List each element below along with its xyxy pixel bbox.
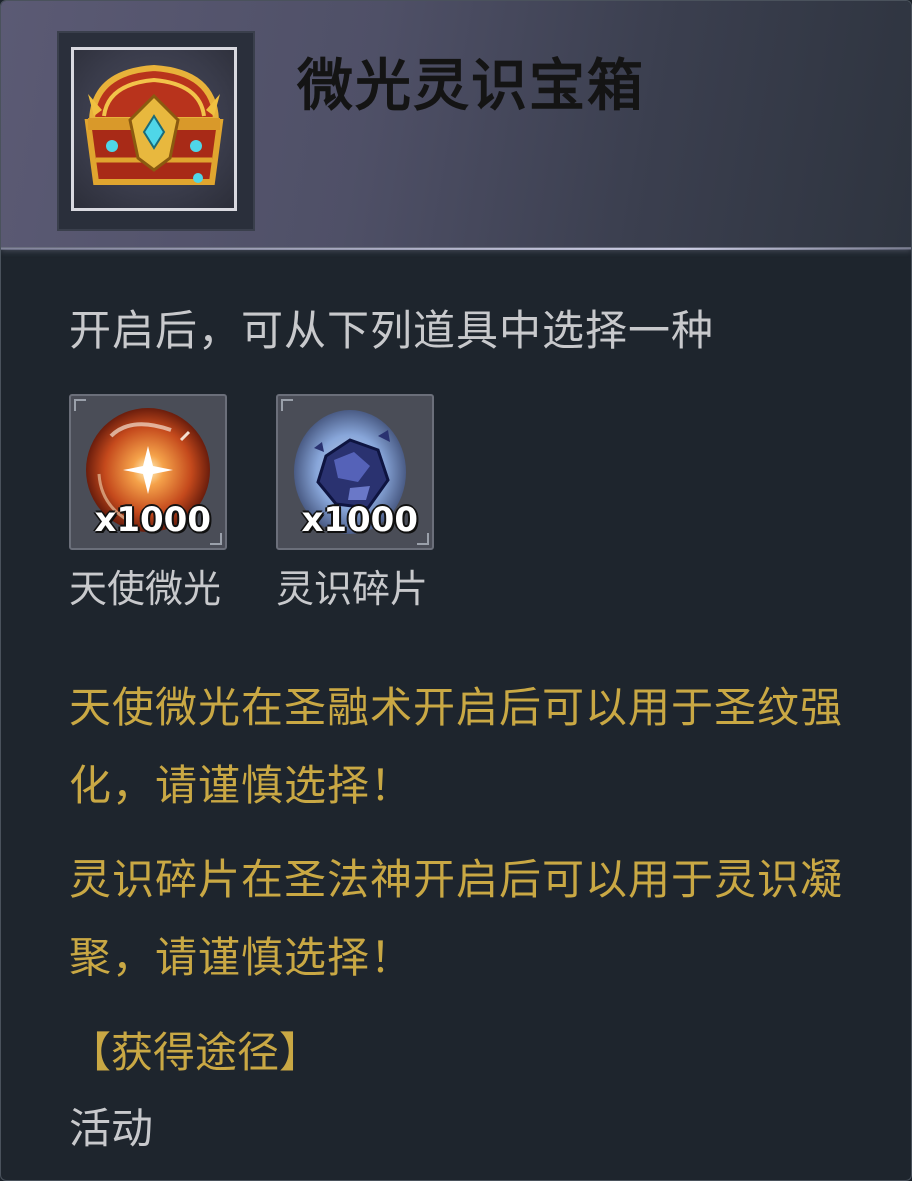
item-quantity: x1000 <box>301 500 418 540</box>
treasure-chest-icon <box>84 64 224 185</box>
source-heading: 【获得途径】 <box>69 1028 322 1077</box>
note-angel-light: 天使微光在圣融术开启后可以用于圣纹强化，请谨慎选择！ <box>69 683 844 810</box>
choice-description: 开启后，可从下列道具中选择一种 <box>69 306 715 355</box>
item-title: 微光灵识宝箱 <box>297 54 645 119</box>
item-name: 天使微光 <box>69 567 222 611</box>
item-tooltip-panel: 微光灵识宝箱 开启后，可从下列道具中选择一种 x1000 天使微光 x1000 … <box>0 0 912 1181</box>
tooltip-header: 微光灵识宝箱 <box>1 1 911 250</box>
source-value: 活动 <box>69 1104 154 1153</box>
reward-slot[interactable]: x1000 <box>276 394 434 550</box>
item-quantity: x1000 <box>94 500 211 540</box>
item-icon-frame <box>71 47 237 211</box>
reward-option-spirit-fragment[interactable]: x1000 灵识碎片 <box>276 394 436 613</box>
reward-option-angel-light[interactable]: x1000 天使微光 <box>69 394 229 613</box>
item-name: 灵识碎片 <box>276 567 429 611</box>
note-spirit-fragment: 灵识碎片在圣法神开启后可以用于灵识凝聚，请谨慎选择！ <box>69 855 844 982</box>
reward-slot[interactable]: x1000 <box>69 394 227 550</box>
